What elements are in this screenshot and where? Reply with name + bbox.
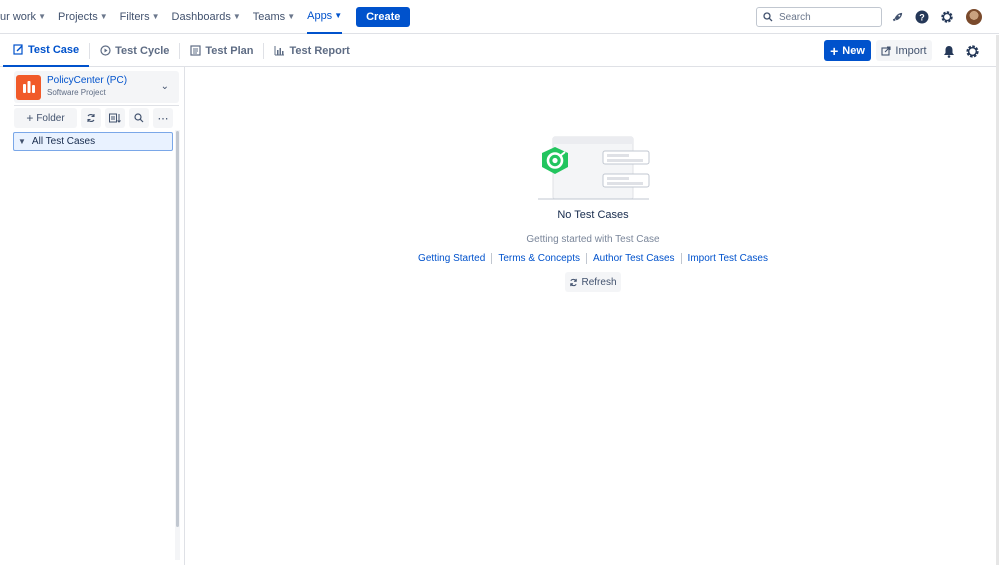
- nav-your-work[interactable]: ur work ▼: [0, 0, 46, 34]
- tree-item-label: All Test Cases: [31, 136, 96, 147]
- project-info: PolicyCenter (PC) Software Project: [47, 75, 127, 99]
- empty-state: No Test Cases Getting started with Test …: [186, 67, 996, 565]
- import-icon: [881, 45, 891, 56]
- chevron-down-icon: ▼: [232, 12, 241, 21]
- chevron-down-icon: ⌄: [160, 81, 169, 92]
- notification-bell-icon[interactable]: [941, 43, 957, 59]
- svg-text:?: ?: [919, 13, 925, 23]
- refresh-icon: [570, 278, 578, 286]
- project-selector[interactable]: PolicyCenter (PC) Software Project ⌄: [14, 71, 179, 103]
- divider: [14, 105, 179, 106]
- chevron-down-icon: ▼: [18, 137, 26, 146]
- help-links: Getting Started Terms & Concepts Author …: [186, 253, 999, 264]
- nav-filters[interactable]: Filters ▼: [120, 0, 160, 34]
- search-tree-button[interactable]: [129, 108, 149, 128]
- sidebar: PolicyCenter (PC) Software Project ⌄ + F…: [0, 67, 185, 565]
- project-type: Software Project: [47, 88, 106, 97]
- create-button[interactable]: Create: [356, 6, 411, 27]
- chevron-down-icon: ▼: [287, 12, 296, 21]
- nav-projects[interactable]: Projects ▼: [58, 0, 108, 34]
- plus-icon: +: [830, 42, 839, 59]
- sort-icon: [108, 113, 121, 123]
- module-tabs: Test Case Test Cycle Test Plan Test Repo…: [0, 35, 997, 67]
- test-cycle-icon: [100, 45, 111, 56]
- empty-state-illustration: [538, 136, 650, 200]
- link-author-test-cases[interactable]: Author Test Cases: [587, 253, 681, 264]
- ellipsis-icon: ⋯: [157, 112, 169, 125]
- refresh-icon: [87, 114, 95, 122]
- empty-state-subtitle: Getting started with Test Case: [526, 234, 660, 245]
- tab-test-report[interactable]: Test Report: [264, 35, 359, 67]
- plus-icon: +: [26, 111, 34, 125]
- empty-state-title: No Test Cases: [557, 209, 629, 221]
- sidebar-scrollbar-thumb[interactable]: [176, 131, 179, 527]
- nav-dashboards[interactable]: Dashboards ▼: [172, 0, 241, 34]
- project-name: PolicyCenter (PC): [47, 75, 128, 86]
- nav-teams[interactable]: Teams ▼: [253, 0, 295, 34]
- link-terms-concepts[interactable]: Terms & Concepts: [492, 253, 586, 264]
- tree-item-all-test-cases[interactable]: ▼ All Test Cases: [13, 132, 173, 151]
- project-icon: [16, 74, 41, 100]
- chevron-down-icon: ▼: [151, 12, 160, 21]
- tab-test-case[interactable]: Test Case: [3, 35, 90, 67]
- test-case-icon: [13, 44, 24, 55]
- settings-icon[interactable]: [939, 9, 955, 25]
- import-button[interactable]: Import: [876, 40, 932, 61]
- tab-test-plan[interactable]: Test Plan: [180, 35, 263, 67]
- chevron-down-icon: ▼: [334, 11, 343, 20]
- help-icon[interactable]: ?: [914, 9, 930, 25]
- test-plan-icon: [190, 45, 201, 56]
- search-input[interactable]: Search: [756, 7, 882, 27]
- nav-apps[interactable]: Apps ▼: [307, 0, 343, 34]
- search-icon: [134, 113, 144, 123]
- refresh-tree-button[interactable]: [81, 108, 101, 128]
- settings-icon[interactable]: [964, 43, 980, 59]
- chevron-down-icon: ▼: [99, 12, 108, 21]
- rocket-icon[interactable]: [889, 9, 905, 25]
- more-options-button[interactable]: ⋯: [153, 108, 173, 128]
- add-folder-button[interactable]: + Folder: [14, 108, 77, 128]
- search-icon: [763, 12, 773, 22]
- tab-test-cycle[interactable]: Test Cycle: [90, 35, 179, 67]
- new-button[interactable]: + New: [824, 40, 871, 61]
- folder-toolbar: + Folder ⋯: [14, 108, 177, 128]
- refresh-button[interactable]: Refresh: [565, 272, 621, 292]
- link-getting-started[interactable]: Getting Started: [412, 253, 491, 264]
- chevron-down-icon: ▼: [38, 12, 46, 21]
- search-placeholder: Search: [779, 11, 811, 23]
- avatar[interactable]: [966, 9, 982, 25]
- link-import-test-cases[interactable]: Import Test Cases: [682, 253, 774, 264]
- test-report-icon: [274, 45, 285, 56]
- sort-button[interactable]: [105, 108, 125, 128]
